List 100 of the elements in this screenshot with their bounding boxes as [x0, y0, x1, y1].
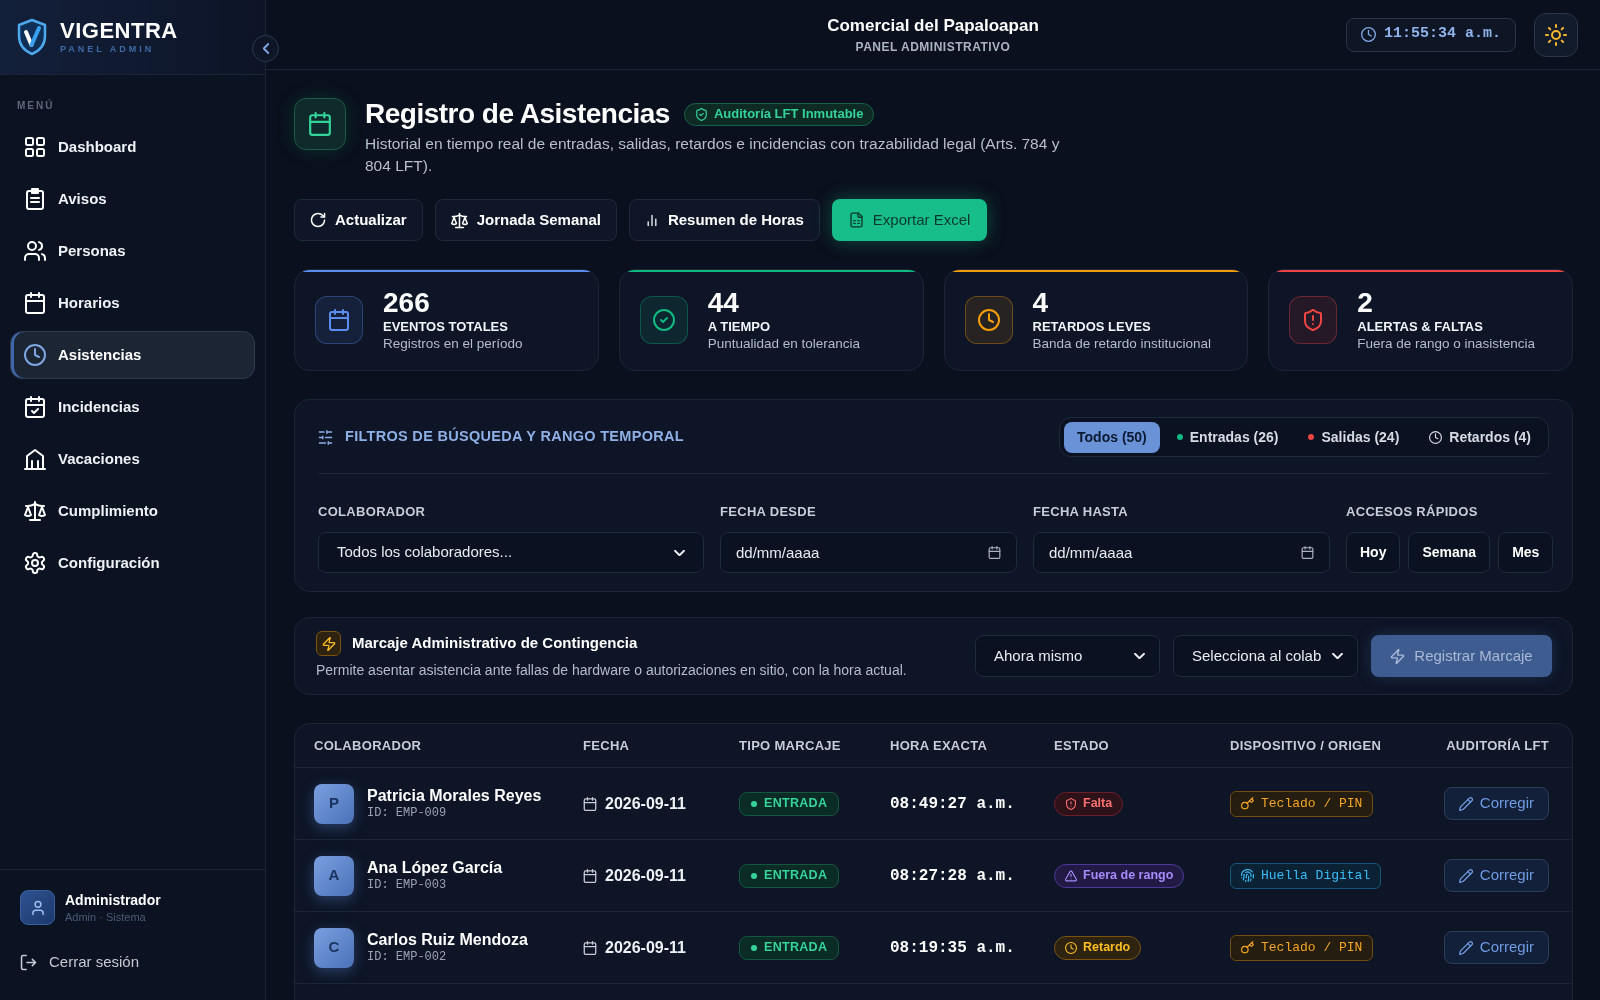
time-text: 08:27:28 a.m. — [890, 865, 1015, 887]
device-label: Huella Digital — [1261, 866, 1371, 885]
stat-caption: Puntualidad en tolerancia — [707, 334, 861, 353]
sidebar-item[interactable]: Asistencias — [10, 331, 255, 379]
chevron-down-icon — [674, 549, 685, 556]
chevron-left-icon — [262, 43, 269, 54]
lightning-icon — [1390, 648, 1406, 664]
clock-icon — [1065, 941, 1077, 954]
calendar-icon — [583, 868, 597, 883]
employee-id: ID: EMP-003 — [367, 878, 447, 893]
quick-range-button[interactable]: Hoy — [1346, 532, 1401, 573]
sidebar-item[interactable]: Horarios — [10, 279, 255, 327]
calendar-icon — [988, 546, 1001, 559]
filter-tab[interactable]: Todos (50) — [1064, 421, 1160, 453]
correct-button[interactable]: Corregir — [1443, 931, 1549, 964]
action-button[interactable]: Jornada Semanal — [434, 199, 617, 241]
user-role: Admin · Sistema — [65, 909, 147, 924]
filter-tab[interactable]: Retardos (4) — [1416, 421, 1544, 453]
calendar-icon — [315, 296, 363, 344]
company-name: Comercial del Papaloapan — [827, 15, 1039, 36]
lightning-icon — [316, 631, 341, 656]
stat-caption: Registros en el período — [383, 334, 523, 353]
scale-icon — [24, 500, 46, 522]
collaborator-select[interactable]: Selecciona al colab — [1173, 635, 1358, 677]
building-icon — [24, 448, 46, 470]
fingerprint-icon — [1241, 869, 1254, 882]
clock-icon — [1429, 430, 1443, 444]
spreadsheet-icon — [848, 212, 864, 228]
logout-button[interactable]: Cerrar sesión — [20, 950, 140, 974]
device-label: Teclado / PIN — [1261, 938, 1363, 957]
status-label: Falta — [1083, 795, 1113, 813]
date-from-field[interactable]: dd/mm/aaaa — [720, 532, 1017, 573]
key-icon — [1241, 941, 1254, 954]
sidebar-item[interactable]: Configuración — [10, 539, 255, 587]
time-select[interactable]: Ahora mismo — [975, 635, 1160, 677]
correct-button[interactable]: Corregir — [1443, 859, 1549, 892]
sun-icon — [1545, 23, 1567, 46]
sidebar-item[interactable]: Cumplimiento — [10, 487, 255, 535]
punch-type-label: ENTRADA — [764, 795, 828, 813]
initial-avatar: C — [314, 927, 354, 968]
stat-value: 266 — [383, 287, 431, 318]
collaborator-select[interactable]: Todos los colaboradores... — [318, 532, 704, 573]
date-text: 2026-09-11 — [605, 865, 686, 886]
column-header: TIPO MARCAJE — [739, 736, 841, 755]
employee-name: Ana López García — [367, 858, 503, 878]
column-header: HORA EXACTA — [890, 736, 988, 755]
quick-range-button[interactable]: Mes — [1498, 532, 1554, 573]
employee-id: ID: EMP-002 — [367, 950, 447, 965]
brand-name: VIGENTRA — [60, 19, 178, 43]
stat-label: ALERTAS & FALTAS — [1357, 318, 1484, 335]
calendar-icon — [583, 940, 597, 955]
clock-icon — [964, 296, 1013, 344]
device-label: Teclado / PIN — [1261, 794, 1363, 813]
contingency-title: Marcaje Administrativo de Contingencia — [352, 633, 638, 654]
calendar-icon — [583, 796, 597, 811]
status-label: Retardo — [1083, 939, 1131, 957]
stat-caption: Banda de retardo institucional — [1032, 334, 1212, 353]
date-text: 2026-09-11 — [605, 937, 686, 958]
grid-icon — [24, 136, 46, 158]
sidebar-item[interactable]: Avisos — [10, 175, 255, 223]
page-title: Registro de Asistencias — [365, 98, 670, 130]
settings-icon — [24, 552, 46, 574]
quick-range-button[interactable]: Semana — [1408, 532, 1491, 573]
stat-label: EVENTOS TOTALES — [383, 318, 509, 335]
column-header: COLABORADOR — [314, 736, 422, 755]
correct-button[interactable]: Corregir — [1443, 787, 1549, 820]
action-button[interactable]: Actualizar — [294, 199, 423, 241]
employee-id: ID: EMP-009 — [367, 806, 447, 821]
chevron-down-icon — [1332, 653, 1343, 659]
action-button[interactable]: Resumen de Horas — [628, 199, 820, 241]
calendar-check-icon — [24, 396, 46, 418]
chevron-down-icon — [1134, 653, 1145, 659]
calendar-icon — [294, 98, 346, 150]
filter-tab[interactable]: Entradas (26) — [1163, 421, 1292, 453]
theme-toggle-button[interactable] — [1534, 12, 1578, 57]
time-text: 08:19:35 a.m. — [890, 937, 1015, 959]
field-label: COLABORADOR — [318, 504, 426, 520]
scale-icon — [450, 211, 468, 229]
filter-tab[interactable]: Salidas (24) — [1295, 421, 1413, 453]
clock-time: 11:55:34 a.m. — [1383, 24, 1501, 45]
users-icon — [24, 240, 46, 262]
filter-title: FILTROS DE BÚSQUEDA Y RANGO TEMPORAL — [345, 426, 684, 447]
filter-sliders-icon — [318, 429, 333, 445]
calendar-icon — [1301, 546, 1314, 559]
sidebar-item[interactable]: Vacaciones — [10, 435, 255, 483]
panel-subtitle: PANEL ADMINISTRATIVO — [855, 39, 1011, 54]
sidebar-item[interactable]: Dashboard — [10, 123, 255, 171]
pencil-icon — [1458, 868, 1473, 883]
user-name: Administrador — [65, 891, 161, 909]
shield-check-icon — [694, 107, 708, 121]
sidebar-item[interactable]: Personas — [10, 227, 255, 275]
sidebar-item[interactable]: Incidencias — [10, 383, 255, 431]
brand-subtitle: PANEL ADMIN — [60, 44, 156, 55]
date-to-field[interactable]: dd/mm/aaaa — [1033, 532, 1330, 573]
action-button[interactable]: Exportar Excel — [831, 199, 988, 241]
initial-avatar: P — [314, 783, 354, 824]
key-icon — [1241, 797, 1254, 810]
punch-type-label: ENTRADA — [764, 939, 828, 957]
status-label: Fuera de rango — [1083, 867, 1174, 885]
menu-section-label: MENÚ — [16, 100, 56, 112]
